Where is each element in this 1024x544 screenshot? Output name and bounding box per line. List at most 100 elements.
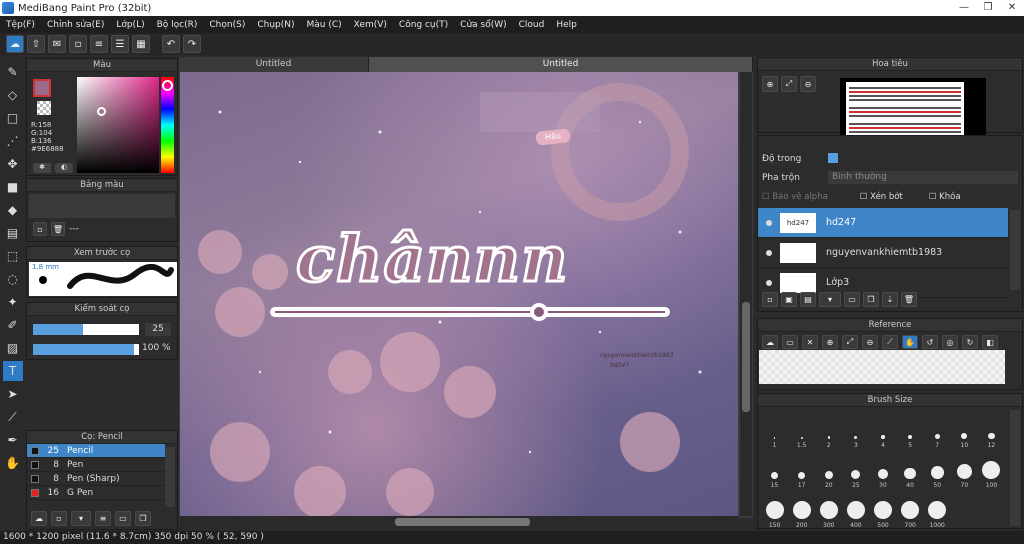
clipping-checkbox[interactable]: ☐ Xén bớt [860,192,903,202]
brush-size-option[interactable]: 70 [952,451,977,489]
brush-size-option[interactable]: 15 [762,451,787,489]
menu-item-8[interactable]: Công cụ(T) [393,20,454,30]
layer-opacity-slider[interactable] [828,153,838,163]
duplicate-layer-icon[interactable]: ❐ [863,292,879,307]
brush-size-option[interactable]: 12 [979,411,1004,449]
menu-item-9[interactable]: Cửa sổ(W) [454,20,512,30]
layer-row[interactable]: nguyenvankhiemtb1983 [758,238,1008,268]
add-brush-icon[interactable]: ▾ [71,511,91,526]
close-button[interactable]: ✕ [1000,0,1024,16]
zoom-out-icon[interactable]: ⊖ [800,76,816,92]
add-layer-menu-icon[interactable]: ▾ [819,292,841,307]
brush-size-option[interactable]: 25 [843,451,868,489]
brush-size-option[interactable]: 17 [789,451,814,489]
brush-size-option[interactable]: 1.5 [789,411,814,449]
brush-size-option[interactable]: 2 [816,411,841,449]
brush-size-option[interactable]: 150 [762,491,787,529]
brush-tool-icon[interactable]: ✎ [3,62,23,82]
menu-item-4[interactable]: Chọn(S) [203,20,251,30]
new-file-icon[interactable]: ▫ [69,35,87,53]
brush-list-item[interactable]: 25 Pencil [27,444,165,458]
foreground-swatch[interactable] [33,79,51,97]
menu-item-2[interactable]: Lớp(L) [110,20,150,30]
ref-fit-icon[interactable]: ⤢ [842,335,858,349]
brush-size-option[interactable]: 7 [925,411,950,449]
delete-layer-icon[interactable]: 🗑 [901,292,917,307]
maximize-button[interactable]: ❐ [976,0,1000,16]
menu-item-1[interactable]: Chỉnh sửa(E) [41,20,110,30]
zoom-in-icon[interactable]: ⊕ [762,76,778,92]
brush-list-scrollbar[interactable] [165,447,175,507]
ref-hand-icon[interactable]: ✋ [902,335,918,349]
operation-tool-icon[interactable]: ➤ [3,384,23,404]
menu-item-11[interactable]: Help [550,20,583,30]
eyedropper-icon[interactable]: ⟋ [3,407,23,427]
brush-size-option[interactable]: 10 [952,411,977,449]
menu-item-6[interactable]: Màu (C) [301,20,348,30]
ref-cloud-icon[interactable]: ☁ [762,335,778,349]
redo-icon[interactable]: ↷ [183,35,201,53]
protect-alpha-checkbox[interactable]: ☐ Bảo vệ alpha [762,192,828,202]
layer-row[interactable]: hd247 hd247 [758,208,1008,238]
fill-rect-tool-icon[interactable]: ■ [3,177,23,197]
menu-item-0[interactable]: Tệp(F) [0,20,41,30]
bucket-tool-icon[interactable]: ◆ [3,200,23,220]
minimize-button[interactable]: — [952,0,976,16]
reference-image-area[interactable] [759,350,1005,384]
ref-zoom-in-icon[interactable]: ⊕ [822,335,838,349]
magic-wand-icon[interactable]: ✦ [3,292,23,312]
brush-size-value[interactable]: 25 [145,323,171,336]
new-halftone-layer-icon[interactable]: ▣ [781,292,797,307]
rectangle-tool-icon[interactable]: □ [3,108,23,128]
copy-brush-icon[interactable]: ❐ [135,511,151,526]
color-mode-icon[interactable]: ◐ [55,163,73,173]
text-tool-icon[interactable]: T [2,361,23,381]
pen-tool-icon[interactable]: ✒ [3,430,23,450]
fit-icon[interactable]: ⤢ [781,76,797,92]
brush-size-option[interactable]: 1000 [925,491,950,529]
brush-size-scrollbar[interactable] [1010,410,1020,526]
grid-icon[interactable]: ▦ [132,35,150,53]
canvas-horizontal-scrollbar[interactable] [180,516,738,528]
palette-area[interactable] [29,194,175,218]
merge-layer-icon[interactable]: ⇣ [882,292,898,307]
ref-eyedropper-icon[interactable]: ⟋ [882,335,898,349]
upload-icon[interactable]: ⇧ [27,35,45,53]
ref-rotate-right-icon[interactable]: ↻ [962,335,978,349]
brush-size-option[interactable]: 4 [870,411,895,449]
brush-size-option[interactable]: 30 [870,451,895,489]
move-tool-icon[interactable]: ✥ [3,154,23,174]
saturation-value-area[interactable] [77,77,159,173]
menu-item-5[interactable]: Chụp(N) [251,20,300,30]
dot-tool-icon[interactable]: ⋰ [3,131,23,151]
hand-tool-icon[interactable]: ✋ [3,453,23,473]
brush-list-item[interactable]: 16 G Pen [27,486,165,500]
layer-folder-icon[interactable]: ▭ [844,292,860,307]
brush-size-option[interactable]: 200 [789,491,814,529]
ref-open-icon[interactable]: ▭ [782,335,798,349]
select-pen-icon[interactable]: ✐ [3,315,23,335]
new-layer-icon[interactable]: ▫ [762,292,778,307]
layer-visibility-icon[interactable] [766,249,772,256]
undo-icon[interactable]: ↶ [162,35,180,53]
layer-scrollbar[interactable] [1010,210,1020,290]
brush-size-option[interactable]: 1 [762,411,787,449]
background-swatch[interactable] [37,101,51,115]
list-icon[interactable]: ☰ [111,35,129,53]
new-palette-icon[interactable]: ▫ [33,222,47,236]
brush-size-option[interactable]: 400 [843,491,868,529]
tab-untitled-2[interactable]: Untitled [369,57,753,72]
brush-opacity-slider[interactable] [33,344,139,355]
brush-size-option[interactable]: 20 [816,451,841,489]
lock-checkbox[interactable]: ☐ Khóa [929,192,961,202]
new-brush-icon[interactable]: ▫ [51,511,67,526]
select-rect-icon[interactable]: ⬚ [3,246,23,266]
brush-size-slider[interactable] [33,324,139,335]
brush-size-option[interactable]: 50 [925,451,950,489]
document-icon[interactable]: ≡ [90,35,108,53]
brush-list-item[interactable]: 8 Pen [27,458,165,472]
canvas-vertical-scrollbar[interactable] [740,72,752,516]
ref-zoom-out-icon[interactable]: ⊖ [862,335,878,349]
brush-size-option[interactable]: 40 [898,451,923,489]
brush-size-option[interactable]: 300 [816,491,841,529]
